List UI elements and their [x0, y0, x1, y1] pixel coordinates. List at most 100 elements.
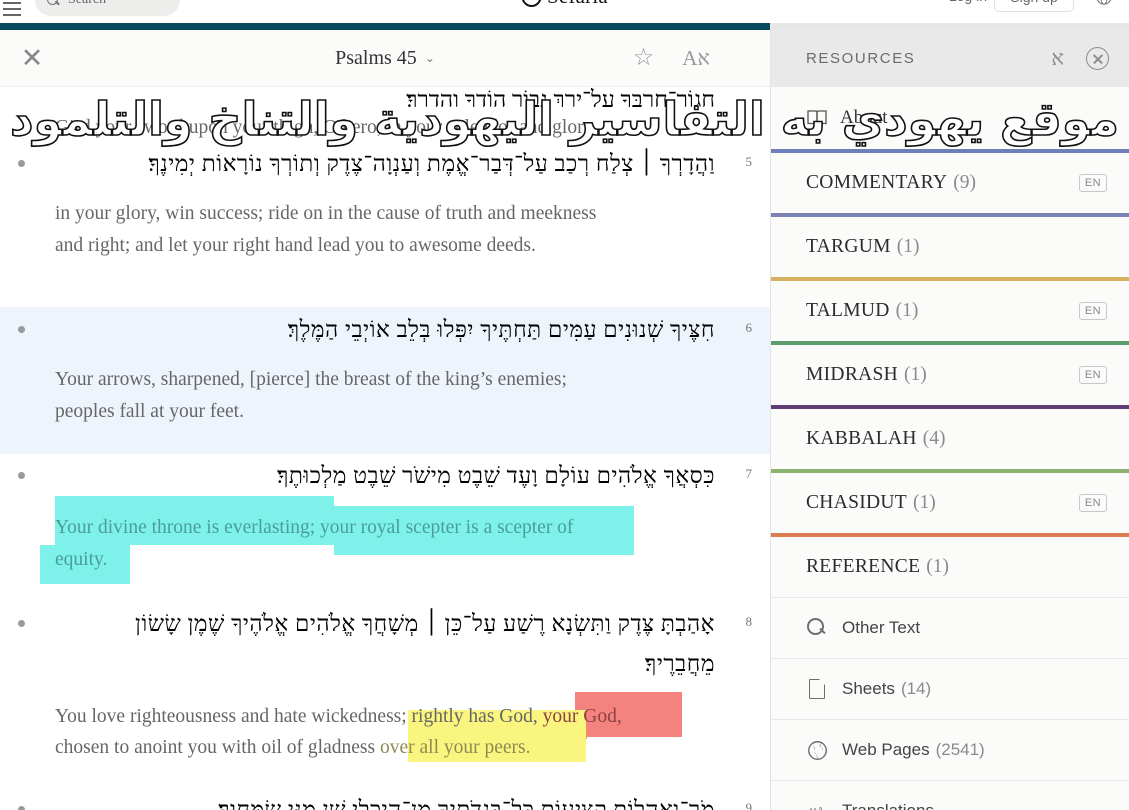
globe-icon [1097, 0, 1112, 5]
page-title[interactable]: Psalms 45 ⌄ [335, 47, 435, 70]
verse-block-9[interactable]: 9 מֹר־וַאֲהָלוֹת קְצִיעוֹת כׇּל־בִּגְדֹת… [0, 788, 770, 810]
verse-english-red: your God, [542, 705, 622, 727]
verse-english-seg1: Your divine throne is everlasting; [55, 517, 316, 539]
close-circle-icon[interactable] [1086, 47, 1109, 70]
verse-english-line1: You love righteousness and hate wickedne… [55, 685, 715, 733]
verse-block-7[interactable]: 7 כִּסְאֲךָ אֱלֹהִים עוֹלָם וָעֶד שֵׁבֶט… [0, 454, 770, 602]
sidebar-item-sheets[interactable]: Sheets (14) [771, 659, 1129, 719]
sidebar-item-kabbalah[interactable]: KABBALAH (4) [771, 409, 1129, 469]
chevron-down-icon: ▾ [1116, 0, 1121, 3]
verse-hebrew: מֹר־וַאֲהָלוֹת קְצִיעוֹת כׇּל־בִּגְדֹתֶי… [217, 797, 715, 810]
tool-label: Web Pages [842, 740, 930, 759]
signup-label: Sign up [1010, 0, 1057, 5]
verse-hebrew: וַהֲדָרְךָ ׀ צְלַח רְכַב עַל־דְּבַר־אֱמֶ… [147, 151, 715, 176]
sidebar-accent-bar [770, 23, 1129, 30]
lang-badge: EN [1078, 174, 1107, 192]
verse-english-line1: in your glory, win success; ride on in t… [55, 203, 597, 225]
language-selector[interactable]: ▾ [1095, 0, 1121, 6]
sidebar-item-other-text[interactable]: Other Text [771, 598, 1129, 658]
verse-english: Gird your sword upon your thigh, O hero,… [55, 117, 594, 138]
search-icon [47, 0, 60, 7]
verse-bullet[interactable] [18, 160, 25, 167]
lang-badge: EN [1078, 494, 1107, 512]
close-icon[interactable]: ✕ [18, 44, 46, 72]
verse-hebrew: חִצֶּיךָ שְׁנוּנִים עַמִּים תַּחְתֶּיךָ … [287, 317, 715, 342]
verse-bullet[interactable] [18, 326, 25, 333]
verse-english-line2: and right; and let your right hand lead … [55, 234, 536, 256]
verse-bullet[interactable] [18, 620, 25, 627]
verse-english-line2: peoples fall at your feet. [55, 400, 244, 422]
category-count: (1) [896, 236, 920, 257]
tool-label: Translations [842, 801, 934, 810]
globe-icon [806, 739, 828, 761]
sidebar-item-talmud[interactable]: TALMUD (1) EN [771, 281, 1129, 341]
sidebar-item-commentary[interactable]: COMMENTARY (9) EN [771, 153, 1129, 213]
sefaria-logo-icon [516, 0, 546, 11]
search-placeholder: Search [68, 0, 106, 8]
resources-sidebar: RESOURCES א About COMMENTARY (9) EN TARG… [770, 30, 1129, 810]
category-name: COMMENTARY [806, 172, 948, 193]
verse-english-line2: equity. [55, 548, 108, 570]
verse-block-4[interactable]: Gird your sword upon your thigh, O hero,… [0, 87, 770, 142]
signup-button[interactable]: Sign up [994, 0, 1074, 12]
verse-number: 7 [745, 466, 753, 481]
category-count: (1) [904, 364, 927, 385]
sidebar-item-web-pages[interactable]: Web Pages (2541) [771, 720, 1129, 780]
sidebar-item-midrash[interactable]: MIDRASH (1) EN [771, 345, 1129, 405]
tool-count: (2541) [935, 740, 985, 759]
hebrew-aleph-icon[interactable]: א [1051, 46, 1064, 71]
sidebar-item-reference[interactable]: REFERENCE (1) [771, 537, 1129, 597]
sidebar-title: RESOURCES [806, 50, 916, 67]
panel-accent-bar [0, 23, 770, 30]
text-content-panel: חֲגוֹר־חַרְבְּךָ עַל־יָרֵךְ גִּבּוֹר הוֹ… [0, 87, 770, 810]
sidebar-item-translations[interactable]: אA Translations [771, 781, 1129, 810]
tool-count: (14) [900, 679, 932, 698]
verse-block-8[interactable]: 8 אָהַבְתָּ צֶּדֶק וַתִּשְׂנָא רֶשַׁע עַ… [0, 602, 770, 788]
sidebar-item-chasidut[interactable]: CHASIDUT (1) EN [771, 473, 1129, 533]
search-icon [806, 617, 828, 639]
search-input[interactable]: Search [35, 0, 180, 16]
tool-label: Sheets [842, 679, 895, 698]
chevron-down-icon: ⌄ [424, 50, 435, 65]
category-name: MIDRASH [806, 364, 899, 385]
category-name: KABBALAH [806, 428, 917, 449]
verse-number: 8 [745, 614, 753, 629]
verse-bullet[interactable] [18, 472, 25, 479]
sidebar-header: RESOURCES א [771, 30, 1129, 87]
app-root: Search Sefaria Log in Sign up ▾ ✕ Psalms… [0, 0, 1129, 810]
sidebar-item-about[interactable]: About [771, 87, 1129, 149]
verse-hebrew: כִּסְאֲךָ אֱלֹהִים עוֹלָם וָעֶד שֵׁבֶט מ… [276, 463, 715, 488]
category-count: (4) [922, 428, 946, 449]
login-link[interactable]: Log in [949, 0, 987, 4]
sidebar-item-about-label: About [840, 107, 888, 128]
sheet-icon [806, 678, 828, 700]
category-count: (1) [913, 492, 936, 513]
book-icon [806, 107, 828, 129]
brand-logo[interactable]: Sefaria [516, 0, 608, 11]
reader-header-icons: ☆ Aא [633, 46, 710, 71]
verse-number: 6 [745, 320, 753, 335]
verse-block-6[interactable]: 6 חִצֶּיךָ שְׁנוּנִים עַמִּים תַּחְתֶּיך… [0, 307, 770, 454]
brand-name: Sefaria [547, 0, 608, 9]
category-name: TARGUM [806, 236, 891, 257]
category-count: (9) [953, 172, 976, 193]
category-name: REFERENCE [806, 556, 921, 577]
verse-number: 5 [745, 154, 753, 169]
star-icon[interactable]: ☆ [633, 46, 655, 70]
category-name: CHASIDUT [806, 492, 907, 513]
category-name: TALMUD [806, 300, 890, 321]
sidebar-item-targum[interactable]: TARGUM (1) [771, 217, 1129, 277]
hamburger-icon[interactable] [3, 0, 23, 16]
verse-number: 9 [745, 800, 753, 810]
verse-english-yellow: over all your peers. [379, 737, 531, 759]
verse-english-plain-1: You love righteousness and hate wickedne… [55, 705, 543, 727]
verse-block-5[interactable]: 5 וַהֲדָרְךָ ׀ צְלַח רְכַב עַל־דְּבַר־אֱ… [0, 142, 770, 307]
text-size-toggle[interactable]: Aא [682, 46, 710, 71]
translations-icon: אA [806, 800, 828, 810]
sidebar-header-icons: א [1051, 46, 1109, 71]
reader-panel-header: ✕ Psalms 45 ⌄ ☆ Aא [0, 30, 770, 87]
category-count: (1) [926, 556, 950, 577]
verse-bullet[interactable] [18, 806, 25, 810]
category-count: (1) [895, 300, 919, 321]
verse-english-seg2: your royal scepter is a scepter of [315, 517, 574, 539]
